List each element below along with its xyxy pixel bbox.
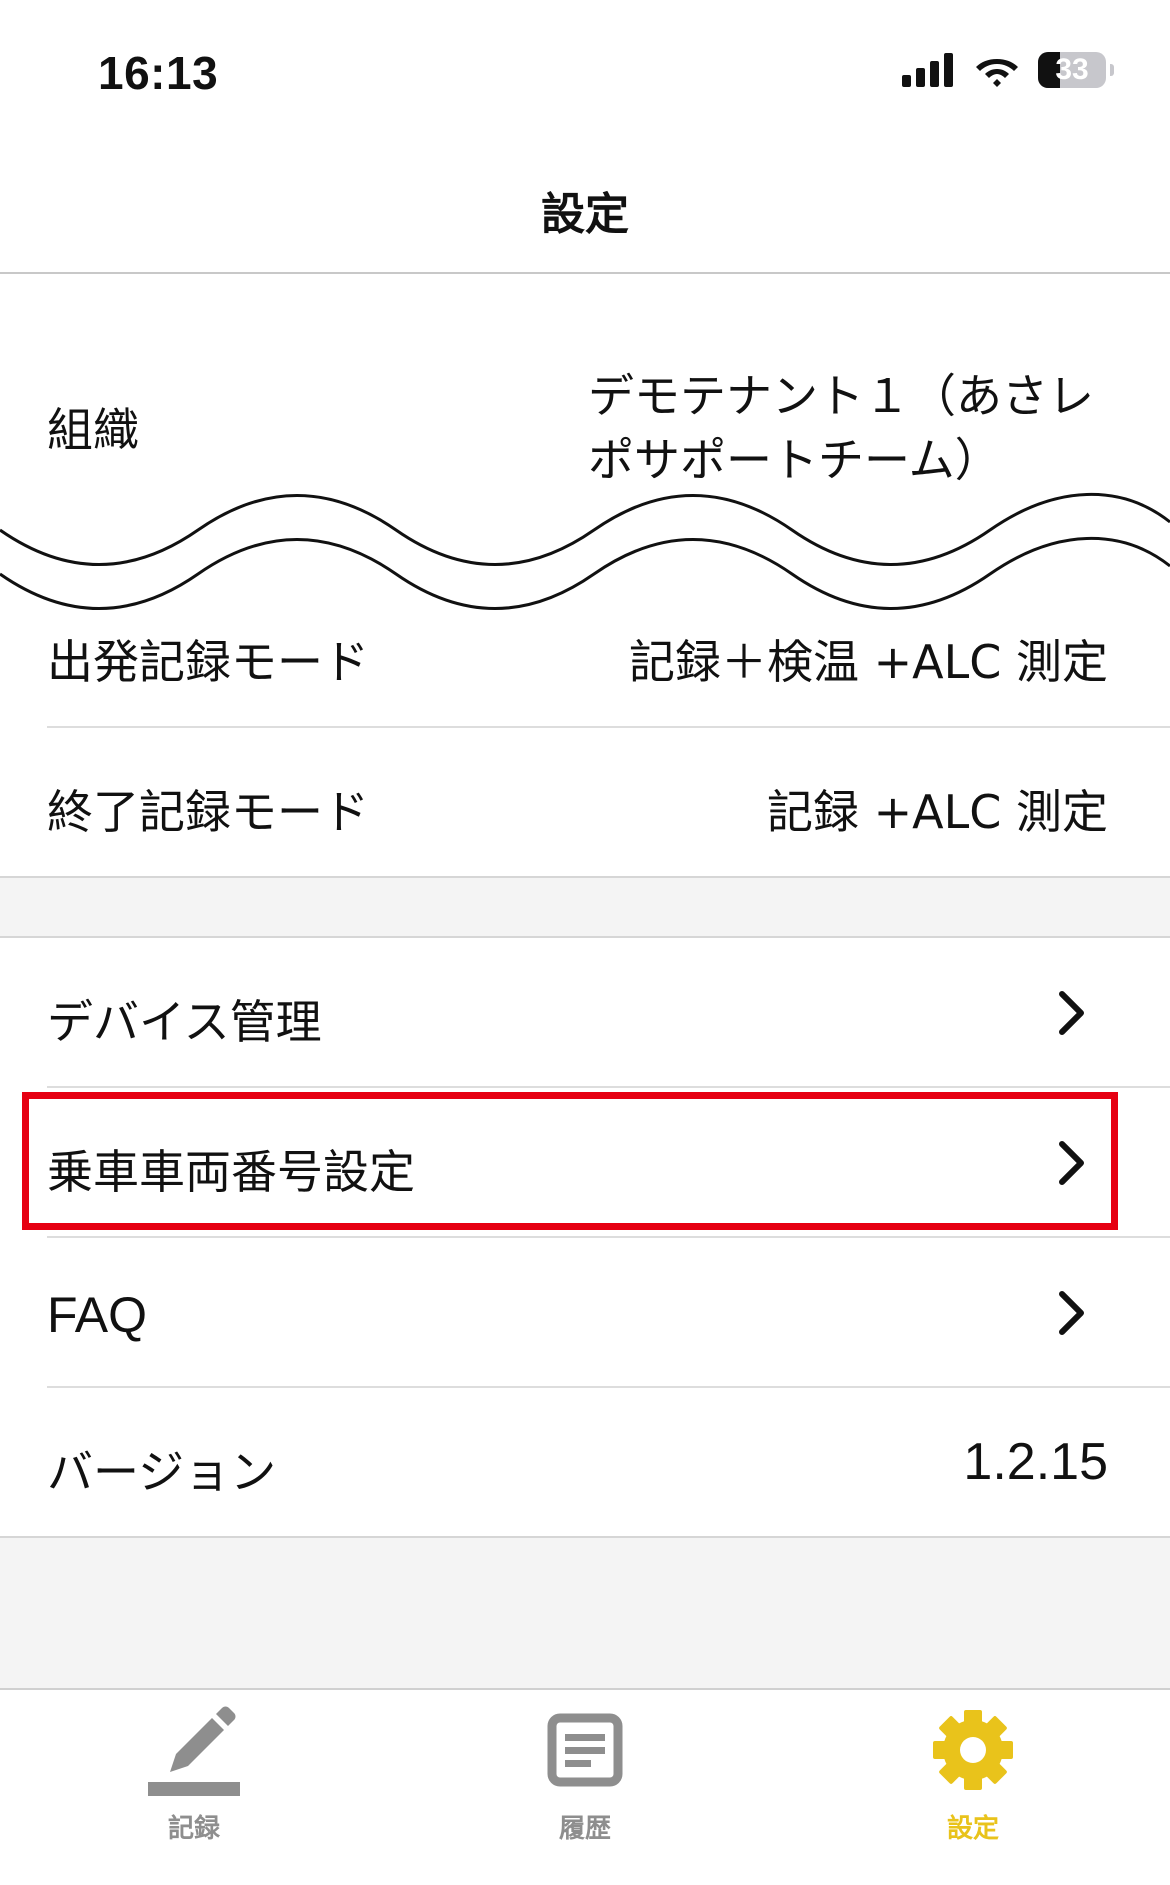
battery-level: 33: [1055, 53, 1089, 86]
tab-settings[interactable]: 設定: [893, 1700, 1053, 1845]
departure-mode-row: 出発記録モード 記録＋検温 +ALC 測定: [0, 576, 1170, 726]
wifi-icon: [976, 59, 1018, 87]
chevron-right-icon: [1059, 1291, 1084, 1335]
empty-area: [0, 1538, 1170, 1688]
version-value: 1.2.15: [963, 1433, 1108, 1491]
device-management-row[interactable]: デバイス管理: [0, 938, 1170, 1086]
organization-label: 組織: [47, 403, 139, 457]
tab-bar: 記録 履歴 設定: [0, 1688, 1170, 1885]
faq-row[interactable]: FAQ: [0, 1238, 1170, 1386]
gear-icon: [933, 1710, 1013, 1790]
end-mode-label: 終了記録モード: [47, 785, 369, 839]
tab-history[interactable]: 履歴: [505, 1700, 665, 1845]
cellular-signal-icon: [902, 53, 953, 87]
pencil-icon: [148, 1706, 240, 1796]
tab-settings-label: 設定: [946, 1814, 999, 1844]
departure-mode-label: 出発記録モード: [47, 635, 369, 689]
tab-history-label: 履歴: [558, 1814, 611, 1844]
page-title: 設定: [541, 189, 629, 240]
tab-record[interactable]: 記録: [114, 1700, 274, 1845]
battery-icon: 33: [1038, 52, 1106, 88]
section-gap: [0, 878, 1170, 936]
device-management-label: デバイス管理: [47, 995, 322, 1049]
status-time: 16:13: [98, 47, 219, 99]
organization-row: 組織 デモテナント１（あさレポサポートチーム）: [0, 274, 1170, 487]
version-label: バージョン: [47, 1445, 277, 1499]
chevron-right-icon: [1059, 991, 1084, 1035]
highlight-box: [22, 1092, 1118, 1230]
organization-value: デモテナント１（あさレポサポートチーム）: [588, 369, 1094, 487]
departure-mode-value: 記録＋検温 +ALC 測定: [628, 635, 1108, 689]
faq-label: FAQ: [47, 1287, 148, 1343]
battery-tip: [1110, 64, 1114, 76]
document-icon: [547, 1713, 623, 1787]
end-mode-value: 記録 +ALC 測定: [766, 785, 1108, 839]
tab-record-label: 記録: [167, 1814, 220, 1844]
version-row: バージョン 1.2.15: [0, 1388, 1170, 1536]
end-mode-row: 終了記録モード 記録 +ALC 測定: [0, 728, 1170, 876]
status-icons: 33: [902, 52, 1114, 88]
status-bar: 16:13 33: [0, 0, 1170, 150]
